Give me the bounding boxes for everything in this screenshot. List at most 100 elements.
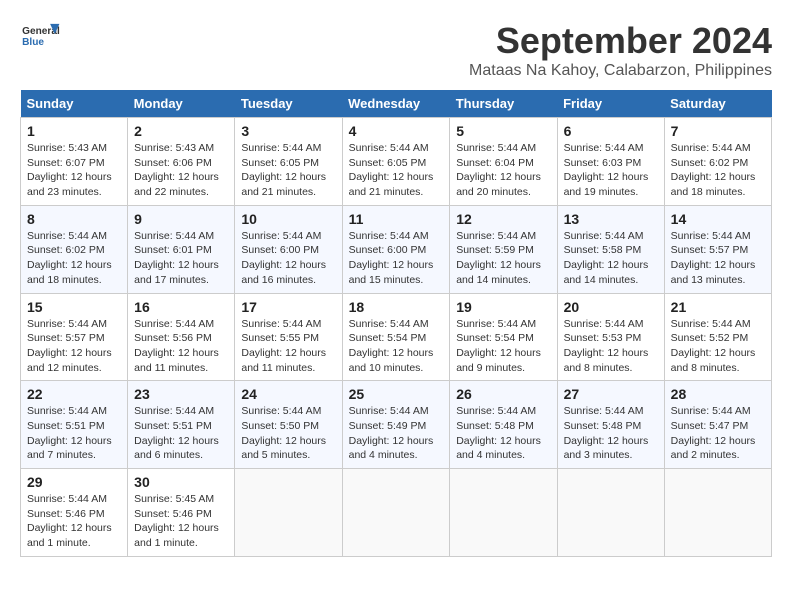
day-number: 16 (134, 299, 228, 315)
day-info: Sunrise: 5:44 AM Sunset: 5:52 PM Dayligh… (671, 317, 765, 376)
calendar-cell: 29 Sunrise: 5:44 AM Sunset: 5:46 PM Dayli… (21, 469, 128, 557)
calendar-table: Sunday Monday Tuesday Wednesday Thursday… (20, 90, 772, 557)
day-info: Sunrise: 5:45 AM Sunset: 5:46 PM Dayligh… (134, 492, 228, 551)
calendar-cell: 16 Sunrise: 5:44 AM Sunset: 5:56 PM Dayli… (128, 293, 235, 381)
calendar-cell: 13 Sunrise: 5:44 AM Sunset: 5:58 PM Dayli… (557, 205, 664, 293)
col-sunday: Sunday (21, 90, 128, 118)
day-info: Sunrise: 5:44 AM Sunset: 6:03 PM Dayligh… (564, 141, 658, 200)
calendar-cell: 12Sunrise: 5:44 AM Sunset: 5:59 PM Dayli… (450, 205, 557, 293)
day-number: 21 (671, 299, 765, 315)
calendar-cell: 20 Sunrise: 5:44 AM Sunset: 5:53 PM Dayli… (557, 293, 664, 381)
calendar-cell: 26 Sunrise: 5:44 AM Sunset: 5:48 PM Dayli… (450, 381, 557, 469)
day-number: 27 (564, 386, 658, 402)
location-title: Mataas Na Kahoy, Calabarzon, Philippines (469, 62, 772, 80)
day-number: 14 (671, 211, 765, 227)
calendar-cell (664, 469, 771, 557)
day-number: 2 (134, 123, 228, 139)
svg-text:Blue: Blue (22, 37, 44, 48)
calendar-cell: 27Sunrise: 5:44 AM Sunset: 5:48 PM Dayli… (557, 381, 664, 469)
calendar-cell (235, 469, 342, 557)
week-row-1: 1 Sunrise: 5:43 AM Sunset: 6:07 PM Daylig… (21, 118, 772, 206)
day-info: Sunrise: 5:44 AM Sunset: 5:56 PM Dayligh… (134, 317, 228, 376)
day-info: Sunrise: 5:44 AM Sunset: 5:55 PM Dayligh… (241, 317, 335, 376)
calendar-cell: 17 Sunrise: 5:44 AM Sunset: 5:55 PM Dayli… (235, 293, 342, 381)
day-number: 30 (134, 474, 228, 490)
calendar-cell: 15 Sunrise: 5:44 AM Sunset: 5:57 PM Dayli… (21, 293, 128, 381)
calendar-cell: 24 Sunrise: 5:44 AM Sunset: 5:50 PM Dayli… (235, 381, 342, 469)
day-number: 20 (564, 299, 658, 315)
calendar-cell: 1 Sunrise: 5:43 AM Sunset: 6:07 PM Daylig… (21, 118, 128, 206)
calendar-cell: 4Sunrise: 5:44 AM Sunset: 6:05 PM Daylig… (342, 118, 450, 206)
logo: General Blue (20, 20, 60, 55)
day-number: 6 (564, 123, 658, 139)
day-number: 13 (564, 211, 658, 227)
header-row: Sunday Monday Tuesday Wednesday Thursday… (21, 90, 772, 118)
day-number: 9 (134, 211, 228, 227)
day-info: Sunrise: 5:44 AM Sunset: 5:54 PM Dayligh… (456, 317, 550, 376)
day-info: Sunrise: 5:43 AM Sunset: 6:07 PM Dayligh… (27, 141, 121, 200)
day-number: 5 (456, 123, 550, 139)
calendar-cell: 14 Sunrise: 5:44 AM Sunset: 5:57 PM Dayli… (664, 205, 771, 293)
day-info: Sunrise: 5:44 AM Sunset: 6:01 PM Dayligh… (134, 229, 228, 288)
calendar-cell: 28 Sunrise: 5:44 AM Sunset: 5:47 PM Dayli… (664, 381, 771, 469)
month-title: September 2024 (469, 20, 772, 62)
day-info: Sunrise: 5:44 AM Sunset: 5:57 PM Dayligh… (27, 317, 121, 376)
day-info: Sunrise: 5:44 AM Sunset: 6:05 PM Dayligh… (349, 141, 444, 200)
day-number: 28 (671, 386, 765, 402)
day-info: Sunrise: 5:43 AM Sunset: 6:06 PM Dayligh… (134, 141, 228, 200)
day-info: Sunrise: 5:44 AM Sunset: 6:04 PM Dayligh… (456, 141, 550, 200)
calendar-cell: 10 Sunrise: 5:44 AM Sunset: 6:00 PM Dayli… (235, 205, 342, 293)
title-section: September 2024 Mataas Na Kahoy, Calabarz… (469, 20, 772, 80)
calendar-cell: 21 Sunrise: 5:44 AM Sunset: 5:52 PM Dayli… (664, 293, 771, 381)
day-info: Sunrise: 5:44 AM Sunset: 5:57 PM Dayligh… (671, 229, 765, 288)
calendar-cell: 30 Sunrise: 5:45 AM Sunset: 5:46 PM Dayli… (128, 469, 235, 557)
calendar-cell: 9 Sunrise: 5:44 AM Sunset: 6:01 PM Daylig… (128, 205, 235, 293)
day-number: 17 (241, 299, 335, 315)
calendar-cell: 22 Sunrise: 5:44 AM Sunset: 5:51 PM Dayli… (21, 381, 128, 469)
calendar-cell: 11Sunrise: 5:44 AM Sunset: 6:00 PM Dayli… (342, 205, 450, 293)
calendar-cell: 23Sunrise: 5:44 AM Sunset: 5:51 PM Dayli… (128, 381, 235, 469)
page-header: General Blue September 2024 Mataas Na Ka… (20, 20, 772, 80)
day-number: 29 (27, 474, 121, 490)
day-number: 18 (349, 299, 444, 315)
day-info: Sunrise: 5:44 AM Sunset: 5:50 PM Dayligh… (241, 404, 335, 463)
day-number: 22 (27, 386, 121, 402)
day-info: Sunrise: 5:44 AM Sunset: 6:00 PM Dayligh… (241, 229, 335, 288)
day-info: Sunrise: 5:44 AM Sunset: 5:53 PM Dayligh… (564, 317, 658, 376)
calendar-cell: 7Sunrise: 5:44 AM Sunset: 6:02 PM Daylig… (664, 118, 771, 206)
day-info: Sunrise: 5:44 AM Sunset: 5:59 PM Dayligh… (456, 229, 550, 288)
day-number: 23 (134, 386, 228, 402)
day-number: 3 (241, 123, 335, 139)
day-number: 15 (27, 299, 121, 315)
day-info: Sunrise: 5:44 AM Sunset: 6:00 PM Dayligh… (349, 229, 444, 288)
day-info: Sunrise: 5:44 AM Sunset: 5:49 PM Dayligh… (349, 404, 444, 463)
col-wednesday: Wednesday (342, 90, 450, 118)
calendar-cell (450, 469, 557, 557)
day-info: Sunrise: 5:44 AM Sunset: 5:58 PM Dayligh… (564, 229, 658, 288)
day-number: 26 (456, 386, 550, 402)
calendar-cell: 18Sunrise: 5:44 AM Sunset: 5:54 PM Dayli… (342, 293, 450, 381)
calendar-cell: 6 Sunrise: 5:44 AM Sunset: 6:03 PM Daylig… (557, 118, 664, 206)
col-saturday: Saturday (664, 90, 771, 118)
day-info: Sunrise: 5:44 AM Sunset: 6:05 PM Dayligh… (241, 141, 335, 200)
calendar-cell: 2 Sunrise: 5:43 AM Sunset: 6:06 PM Daylig… (128, 118, 235, 206)
day-info: Sunrise: 5:44 AM Sunset: 6:02 PM Dayligh… (27, 229, 121, 288)
day-info: Sunrise: 5:44 AM Sunset: 5:48 PM Dayligh… (456, 404, 550, 463)
col-friday: Friday (557, 90, 664, 118)
day-number: 25 (349, 386, 444, 402)
week-row-5: 29 Sunrise: 5:44 AM Sunset: 5:46 PM Dayli… (21, 469, 772, 557)
day-info: Sunrise: 5:44 AM Sunset: 5:46 PM Dayligh… (27, 492, 121, 551)
col-thursday: Thursday (450, 90, 557, 118)
calendar-cell: 5 Sunrise: 5:44 AM Sunset: 6:04 PM Daylig… (450, 118, 557, 206)
day-info: Sunrise: 5:44 AM Sunset: 6:02 PM Dayligh… (671, 141, 765, 200)
day-number: 10 (241, 211, 335, 227)
day-number: 24 (241, 386, 335, 402)
col-tuesday: Tuesday (235, 90, 342, 118)
col-monday: Monday (128, 90, 235, 118)
day-info: Sunrise: 5:44 AM Sunset: 5:47 PM Dayligh… (671, 404, 765, 463)
calendar-cell: 3 Sunrise: 5:44 AM Sunset: 6:05 PM Daylig… (235, 118, 342, 206)
day-info: Sunrise: 5:44 AM Sunset: 5:51 PM Dayligh… (27, 404, 121, 463)
calendar-cell: 19Sunrise: 5:44 AM Sunset: 5:54 PM Dayli… (450, 293, 557, 381)
calendar-cell: 8Sunrise: 5:44 AM Sunset: 6:02 PM Daylig… (21, 205, 128, 293)
day-number: 1 (27, 123, 121, 139)
